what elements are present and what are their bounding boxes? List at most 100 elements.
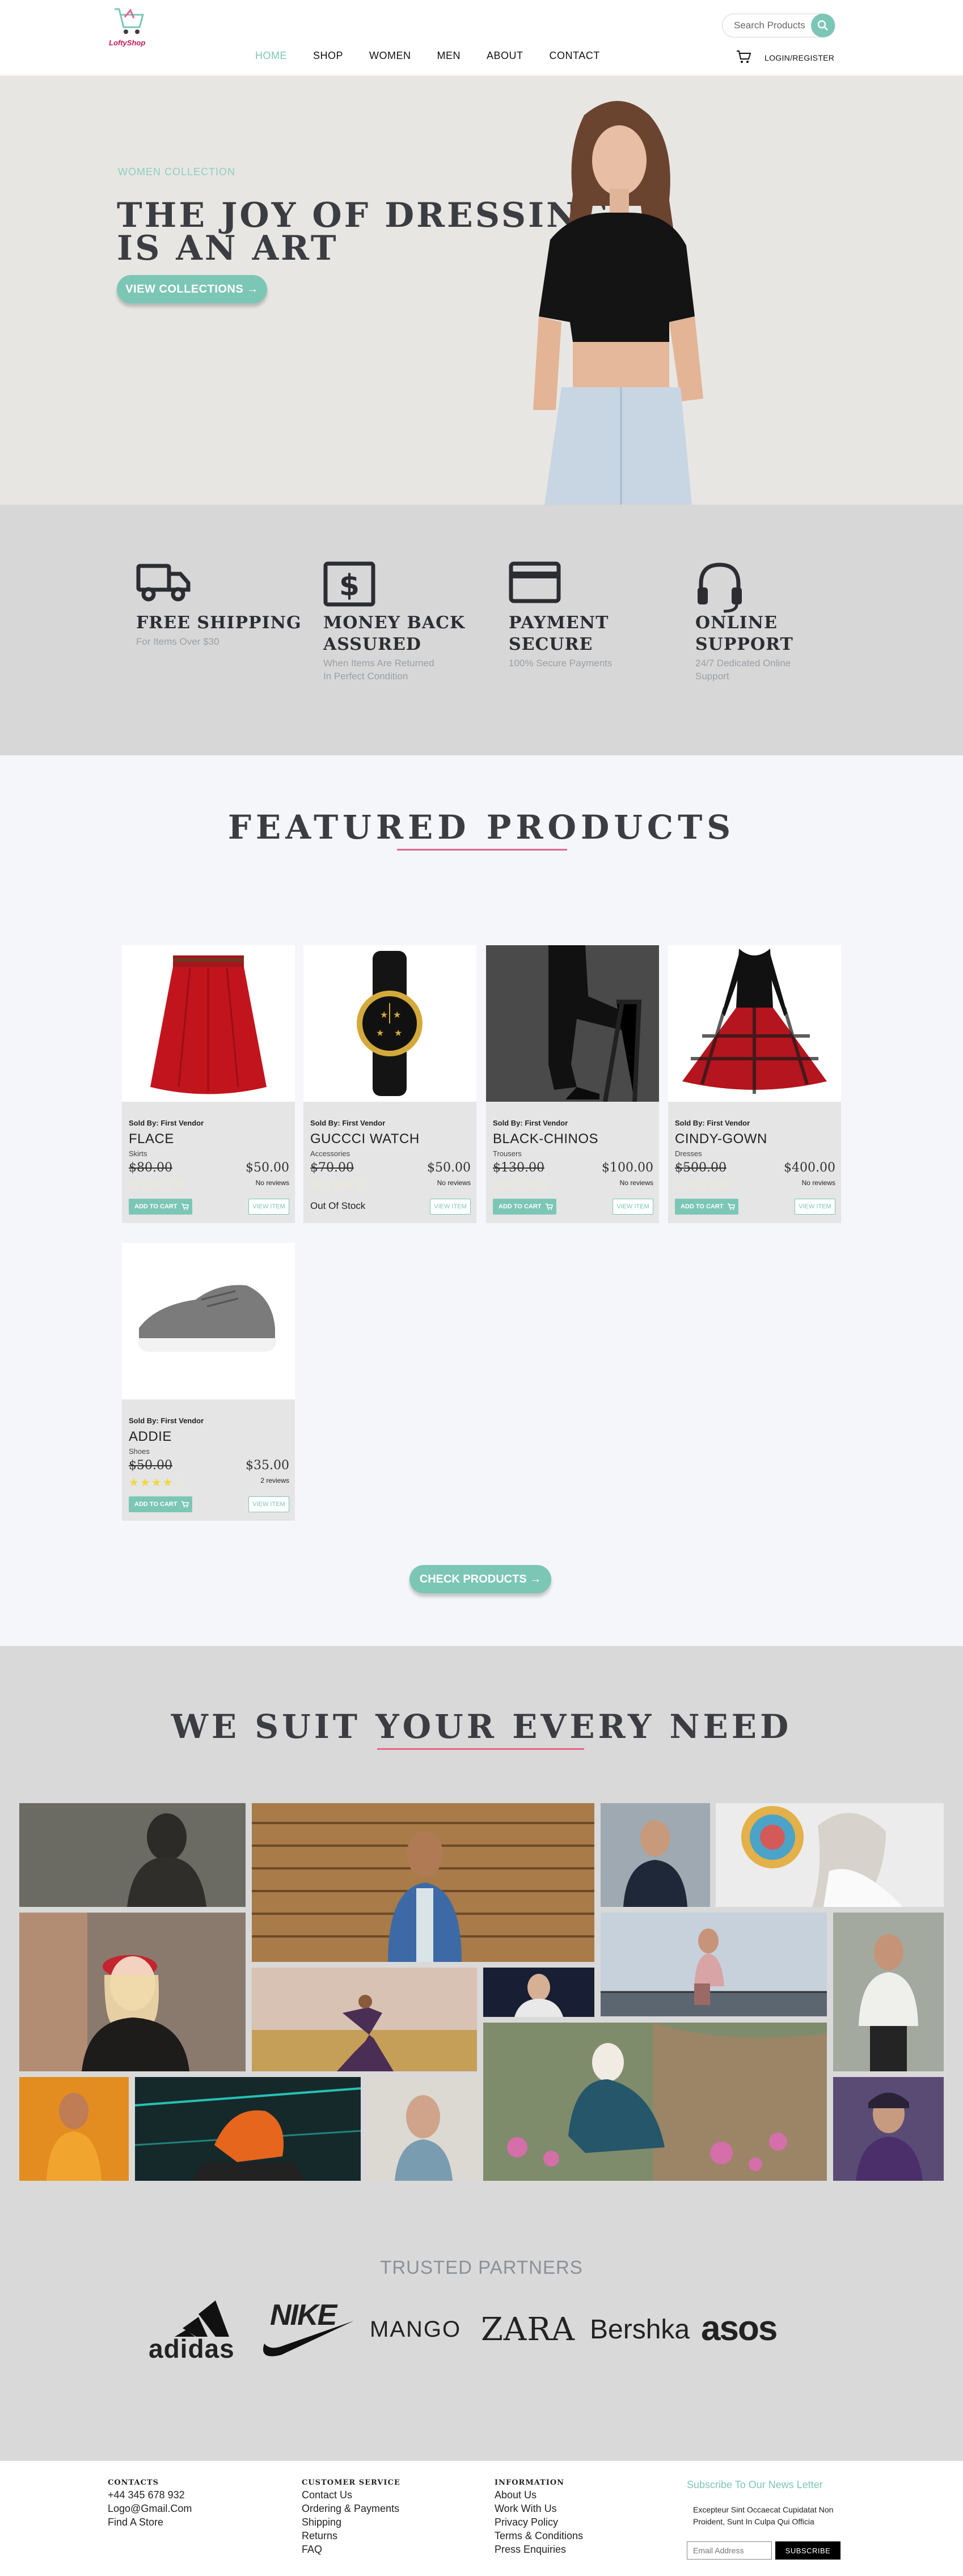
footer-link[interactable]: Privacy Policy — [495, 2515, 583, 2529]
feature-title-line2: SUPPORT — [695, 635, 793, 654]
footer-service-heading: CUSTOMER SERVICE — [302, 2478, 400, 2487]
footer-link[interactable]: Contact Us — [302, 2488, 400, 2502]
footer-link[interactable]: About Us — [495, 2488, 583, 2502]
brand-nike[interactable]: NIKE — [259, 2298, 355, 2361]
gallery-photo — [716, 1803, 944, 1907]
svg-text:★: ★ — [394, 1029, 402, 1038]
skirt-image — [150, 955, 267, 1094]
product-card[interactable]: Sold By: First Vendor CINDY-GOWN Dresses… — [668, 945, 841, 1223]
view-item-button[interactable]: VIEW ITEM — [795, 1199, 835, 1215]
brand-adidas[interactable]: adidas — [149, 2297, 251, 2363]
nav-contact[interactable]: CONTACT — [550, 50, 600, 62]
footer-information: INFORMATION About Us Work With Us Privac… — [495, 2478, 583, 2556]
gallery-photo — [252, 1803, 594, 1962]
features-section: FREE SHIPPING For Items Over $30 $ MONEY… — [0, 505, 963, 755]
partners-title: TRUSTED PARTNERS — [380, 2257, 583, 2278]
footer-link[interactable]: Ordering & Payments — [302, 2502, 400, 2515]
nav-about[interactable]: ABOUT — [487, 50, 523, 62]
nav-women[interactable]: WOMEN — [369, 50, 411, 62]
brand-adidas-label: adidas — [149, 2334, 235, 2363]
footer-info-heading: INFORMATION — [495, 2478, 565, 2487]
logo[interactable]: LoftyShop — [104, 5, 150, 50]
add-to-cart-button[interactable]: ADD TO CART — [493, 1199, 556, 1215]
footer-link[interactable]: Shipping — [302, 2515, 400, 2529]
brand-zara[interactable]: ZARA — [481, 2311, 575, 2348]
subscribe-button[interactable]: SUBSCRIBE — [775, 2541, 840, 2560]
nav-men[interactable]: MEN — [437, 50, 461, 62]
newsletter-email-input[interactable] — [687, 2541, 772, 2560]
product-card[interactable]: Sold By: First Vendor FLACE Skirts $80.0… — [122, 945, 295, 1223]
cart-icon — [727, 1203, 735, 1210]
check-products-button[interactable]: CHECK PRODUCTS → — [409, 1565, 551, 1593]
gallery-photo — [833, 1913, 944, 2071]
product-card[interactable]: Sold By: First Vendor BLACK-CHINOS Trous… — [486, 945, 659, 1223]
footer-link[interactable]: Work With Us — [495, 2502, 583, 2515]
view-item-button[interactable]: VIEW ITEM — [430, 1199, 471, 1215]
gallery-photo — [252, 1968, 477, 2071]
product-price: $50.00 — [246, 1161, 289, 1175]
brand-bershka[interactable]: Bershka — [590, 2314, 690, 2345]
add-to-cart-button[interactable]: ADD TO CART — [129, 1199, 192, 1215]
product-category: Dresses — [675, 1149, 702, 1158]
product-name[interactable]: CINDY-GOWN — [675, 1131, 767, 1147]
hero-subtitle: WOMEN COLLECTION — [118, 166, 236, 177]
view-item-button[interactable]: VIEW ITEM — [248, 1199, 289, 1215]
sneaker-image — [138, 1285, 277, 1352]
product-price: $50.00 — [427, 1161, 471, 1175]
gallery-photo — [601, 1913, 827, 2016]
out-of-stock-label: Out Of Stock — [310, 1200, 366, 1211]
feature-title-line1: ONLINE — [695, 613, 778, 633]
product-image[interactable]: ★ ★ ★ ★ — [303, 945, 476, 1102]
product-price: $400.00 — [784, 1161, 835, 1175]
product-image[interactable] — [122, 1243, 295, 1399]
product-old-price: $500.00 — [675, 1161, 727, 1175]
product-image[interactable] — [486, 945, 659, 1102]
login-register-link[interactable]: LOGIN/REGISTER — [765, 53, 834, 62]
feature-title-line1: PAYMENT — [509, 613, 609, 633]
add-to-cart-button[interactable]: ADD TO CART — [129, 1496, 192, 1512]
footer-link[interactable]: FAQ — [302, 2543, 400, 2556]
search-input[interactable] — [734, 20, 813, 31]
product-name[interactable]: BLACK-CHINOS — [493, 1131, 598, 1147]
view-collections-button[interactable]: VIEW COLLECTIONS → — [117, 275, 267, 303]
product-name[interactable]: GUCCCI WATCH — [310, 1131, 420, 1147]
feature-desc: 24/7 Dedicated Online Support — [695, 657, 791, 683]
product-vendor: Sold By: First Vendor — [129, 1416, 204, 1425]
product-name[interactable]: FLACE — [129, 1131, 174, 1147]
product-old-price: $130.00 — [493, 1161, 544, 1175]
gown-image — [682, 949, 827, 1094]
search-button[interactable] — [811, 14, 835, 37]
product-card[interactable]: Sold By: First Vendor ADDIE Shoes $50.00… — [122, 1243, 295, 1521]
gallery-photo — [19, 1913, 246, 2071]
brand-mango[interactable]: MANGO — [370, 2317, 461, 2342]
shopping-cart-icon[interactable] — [736, 50, 751, 64]
footer-link[interactable]: Press Enquiries — [495, 2543, 583, 2556]
footer-link[interactable]: Terms & Conditions — [495, 2529, 583, 2543]
svg-text:★: ★ — [393, 1010, 401, 1020]
arrow-right-icon: → — [247, 282, 259, 295]
footer-email[interactable]: Logo@Gmail.Com — [108, 2502, 192, 2515]
nav-home[interactable]: HOME — [255, 50, 287, 62]
view-item-button[interactable]: VIEW ITEM — [248, 1496, 289, 1512]
add-to-cart-button[interactable]: ADD TO CART — [675, 1199, 738, 1215]
headset-icon — [698, 562, 742, 613]
main-nav: HOME SHOP WOMEN MEN ABOUT CONTACT — [255, 50, 626, 62]
feature-title: ONLINE SUPPORT — [695, 612, 793, 655]
rating-stars: ☆☆☆☆☆ — [129, 1179, 185, 1191]
product-name[interactable]: ADDIE — [129, 1429, 172, 1445]
view-item-button[interactable]: VIEW ITEM — [613, 1199, 653, 1215]
product-card[interactable]: ★ ★ ★ ★ Sold By: First Vendor GUCCCI WATCH … — [303, 945, 476, 1223]
logo-text: LoftyShop — [109, 39, 146, 47]
product-image[interactable] — [122, 945, 295, 1102]
site-header: LoftyShop HOME SHOP WOMEN MEN ABOUT CONT… — [0, 0, 963, 75]
rating-stars: ☆☆☆☆☆ — [310, 1179, 367, 1191]
review-count: No reviews — [619, 1179, 653, 1187]
footer-link[interactable]: Returns — [302, 2529, 400, 2543]
nav-shop[interactable]: SHOP — [313, 50, 343, 62]
add-to-cart-label: ADD TO CART — [681, 1203, 724, 1210]
hero-banner: WOMEN COLLECTION THE JOY OF DRESSING IS … — [0, 75, 963, 505]
footer-find-store-link[interactable]: Find A Store — [108, 2515, 192, 2529]
brand-asos[interactable]: asos — [701, 2308, 778, 2349]
review-count: No reviews — [801, 1179, 835, 1187]
product-image[interactable] — [668, 945, 841, 1102]
